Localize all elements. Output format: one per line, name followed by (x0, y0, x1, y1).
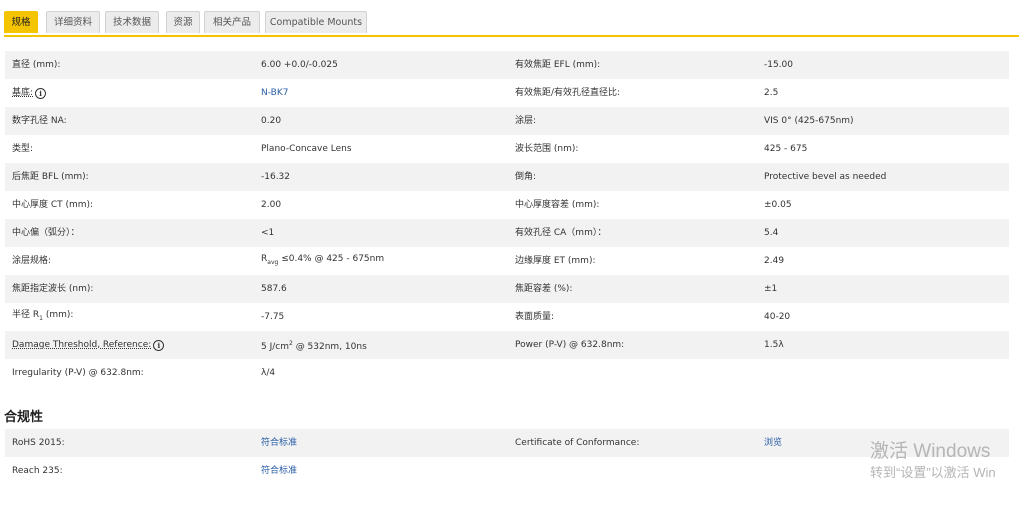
spec-label-text[interactable]: 基底: (12, 88, 33, 98)
spec-value: ±1 (764, 284, 778, 294)
spec-label: 类型: (12, 144, 34, 154)
damage-threshold-label[interactable]: Damage Threshold, Reference: i (12, 331, 165, 359)
spec-row: 数字孔径 NA: 0.20 涂层: VIS 0° (425-675nm) (5, 107, 1009, 135)
spec-label: 后焦距 BFL (mm): (12, 172, 89, 182)
substrate-label[interactable]: 基底: i (12, 79, 47, 107)
spec-row: 直径 (mm): 6.00 +0.0/-0.025 有效焦距 EFL (mm):… (5, 51, 1009, 79)
spec-value: 5 J/cm2 @ 532nm, 10ns (261, 330, 367, 361)
spec-label: 数字孔径 NA: (12, 116, 67, 126)
radius-label-unit: (mm): (42, 310, 74, 321)
spec-row: Damage Threshold, Reference: i 5 J/cm2 @ … (5, 331, 1009, 359)
spec-label: Irregularity (P-V) @ 632.8nm: (12, 368, 144, 378)
spec-value: -7.75 (261, 312, 285, 322)
spec-label: 表面质量: (515, 312, 555, 322)
spec-label: 涂层规格: (12, 256, 52, 266)
spec-value: λ/4 (261, 368, 276, 378)
spec-value: 425 - 675 (764, 144, 808, 154)
spec-value: Ravg ≤0.4% @ 425 - 675nm (261, 245, 384, 277)
spec-value: <1 (261, 228, 275, 238)
spec-label: 焦距容差 (%): (515, 284, 573, 294)
spec-label: 中心偏（弧分）： (12, 228, 80, 238)
info-icon[interactable]: i (153, 340, 165, 351)
compliance-heading: 合规性 (4, 410, 44, 425)
spec-value: 40-20 (764, 312, 791, 322)
spec-value: 0.20 (261, 116, 282, 126)
coating-spec-text: ≤0.4% @ 425 - 675nm (281, 254, 385, 265)
product-tab-bar: 规格 详细资料 技术数据 资源 相关产品 Compatible Mounts (4, 11, 1019, 37)
spec-value: Plano-Concave Lens (261, 144, 352, 154)
spec-row: 焦距指定波长 (nm): 587.6 焦距容差 (%): ±1 (5, 275, 1009, 303)
spec-label: 有效焦距/有效孔径直径比: (515, 88, 621, 98)
spec-label: Power (P-V) @ 632.8nm: (515, 340, 625, 350)
spec-row: 涂层规格: Ravg ≤0.4% @ 425 - 675nm 边缘厚度 ET (… (5, 247, 1009, 275)
spec-label: 有效孔径 CA（mm）： (515, 228, 607, 238)
spec-value: ±0.05 (764, 200, 792, 210)
radius-label-prefix: 半径 R (12, 310, 40, 321)
compliance-label: RoHS 2015: (12, 438, 65, 448)
spec-value: -16.32 (261, 172, 291, 182)
spec-label-text[interactable]: Damage Threshold, Reference: (12, 340, 151, 350)
spec-label: 涂层: (515, 116, 537, 126)
spec-label: 中心厚度 CT (mm): (12, 200, 94, 210)
tab-technical-data[interactable]: 技术数据 (105, 11, 159, 33)
energy-conditions: @ 532nm, 10ns (292, 341, 367, 352)
spec-value: VIS 0° (425-675nm) (764, 116, 854, 126)
compliance-label: Certificate of Conformance: (515, 438, 640, 448)
spec-row: 类型: Plano-Concave Lens 波长范围 (nm): 425 - … (5, 135, 1009, 163)
spec-row: 基底: i N-BK7 有效焦距/有效孔径直径比: 2.5 (5, 79, 1009, 107)
spec-value: 2.5 (764, 88, 779, 98)
compliance-row: RoHS 2015: 符合标准 Certificate of Conforman… (5, 429, 1009, 457)
windows-activation-hint: 转到“设置”以激活 Win (870, 465, 996, 480)
compliance-label: Reach 235: (12, 466, 63, 476)
tab-details[interactable]: 详细资料 (46, 11, 100, 33)
spec-value: 587.6 (261, 284, 287, 294)
spec-label: 波长范围 (nm): (515, 144, 579, 154)
spec-value: -15.00 (764, 60, 794, 70)
specifications-table: 直径 (mm): 6.00 +0.0/-0.025 有效焦距 EFL (mm):… (5, 51, 1009, 387)
spec-value: 2.49 (764, 256, 785, 266)
spec-label: 边缘厚度 ET (mm): (515, 256, 596, 266)
spec-label: 有效焦距 EFL (mm): (515, 60, 601, 70)
spec-value: 1.5λ (764, 340, 784, 350)
spec-value: Protective bevel as needed (764, 172, 887, 182)
spec-row: Irregularity (P-V) @ 632.8nm: λ/4 (5, 359, 1009, 387)
spec-value: 2.00 (261, 200, 282, 210)
spec-label: 焦距指定波长 (nm): (12, 284, 94, 294)
spec-label: 中心厚度容差 (mm): (515, 200, 600, 210)
compliance-row: Reach 235: 符合标准 (5, 457, 1009, 485)
spec-row: 中心厚度 CT (mm): 2.00 中心厚度容差 (mm): ±0.05 (5, 191, 1009, 219)
r-subscript: avg (267, 258, 279, 266)
tab-compatible-mounts[interactable]: Compatible Mounts (265, 11, 367, 33)
tab-resources[interactable]: 资源 (166, 11, 200, 33)
reach-link[interactable]: 符合标准 (261, 457, 297, 485)
windows-activation-watermark: 激活 Windows (870, 441, 991, 462)
rohs-link[interactable]: 符合标准 (261, 429, 297, 457)
spec-row: 半径 R1 (mm): -7.75 表面质量: 40-20 (5, 303, 1009, 331)
spec-row: 中心偏（弧分）： <1 有效孔径 CA（mm）： 5.4 (5, 219, 1009, 247)
tab-specifications[interactable]: 规格 (4, 11, 38, 33)
compliance-table: RoHS 2015: 符合标准 Certificate of Conforman… (5, 429, 1009, 485)
tab-related-products[interactable]: 相关产品 (204, 11, 260, 33)
spec-label: 直径 (mm): (12, 60, 61, 70)
info-icon[interactable]: i (35, 88, 47, 99)
substrate-link[interactable]: N-BK7 (261, 79, 288, 107)
spec-label: 半径 R1 (mm): (12, 301, 73, 333)
spec-value: 5.4 (764, 228, 779, 238)
spec-label: 倒角: (515, 172, 537, 182)
spec-row: 后焦距 BFL (mm): -16.32 倒角: Protective beve… (5, 163, 1009, 191)
energy-density: 5 J/cm (261, 341, 289, 352)
spec-value: 6.00 +0.0/-0.025 (261, 60, 338, 70)
certificate-view-link[interactable]: 浏览 (764, 429, 782, 457)
